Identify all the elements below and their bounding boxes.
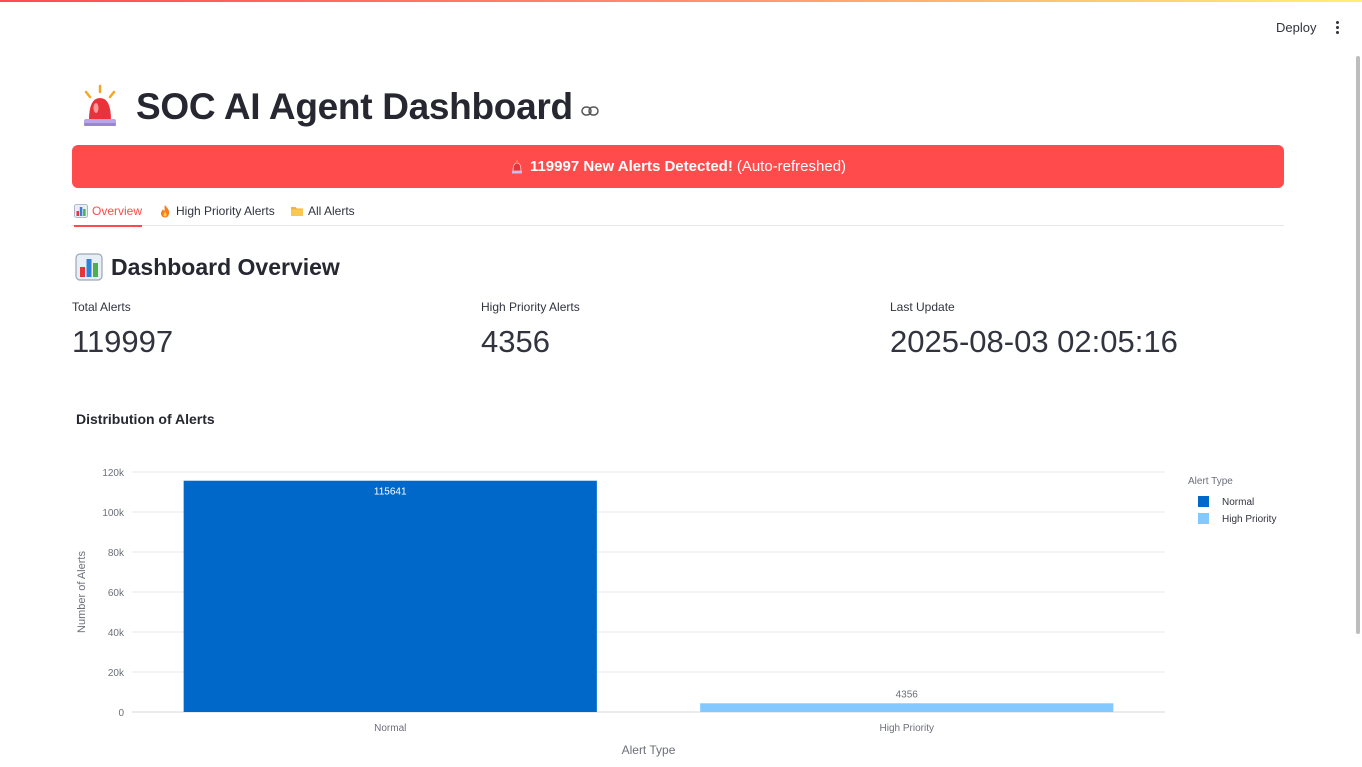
more-vertical-icon[interactable]	[1328, 14, 1346, 40]
x-tick-label: High Priority	[880, 723, 934, 734]
y-tick-label: 80k	[108, 548, 125, 559]
folder-icon	[291, 207, 303, 216]
data-label: 115641	[374, 487, 407, 498]
metric-label: High Priority Alerts	[481, 300, 580, 314]
bar-high-priority	[700, 703, 1114, 712]
y-tick-label: 120k	[102, 468, 125, 479]
alert-banner: 119997 New Alerts Detected! (Auto-refres…	[72, 145, 1284, 188]
page-header: SOC AI Agent Dashboard	[78, 82, 599, 132]
overview-heading: Dashboard Overview	[75, 252, 340, 282]
page-title: SOC AI Agent Dashboard	[136, 86, 573, 127]
metric-high-priority-alerts: High Priority Alerts 4356	[481, 300, 580, 360]
banner-count-text: 119997 New Alerts Detected!	[529, 158, 733, 175]
y-tick-label: 40k	[108, 628, 125, 639]
link-icon[interactable]	[581, 105, 599, 117]
metric-total-alerts: Total Alerts 119997	[72, 300, 173, 360]
tab-overview[interactable]: Overview	[74, 196, 143, 227]
chart-title: Distribution of Alerts	[76, 411, 215, 427]
x-axis-title: Alert Type	[622, 743, 676, 757]
section-title: Dashboard Overview	[111, 253, 340, 280]
chart-labels: 0 20k 40k 60k 80k 100k 120k 115641 Normal 4356 Hig…	[76, 468, 934, 757]
metric-value: 2025-08-03 02:05:16	[890, 324, 1178, 359]
siren-icon	[511, 160, 522, 173]
legend-title: Alert Type	[1188, 476, 1233, 487]
tab-label: Overview	[92, 204, 143, 218]
fire-icon	[161, 205, 170, 218]
metric-last-update: Last Update 2025-08-03 02:05:16	[890, 300, 1178, 360]
legend-swatch	[1198, 513, 1209, 524]
bar-chart-icon	[75, 253, 103, 281]
top-decoration-bar	[0, 0, 1362, 2]
chart-grid	[132, 471, 1165, 713]
metric-value: 4356	[481, 324, 550, 359]
scrollbar[interactable]	[1356, 56, 1360, 634]
y-tick-label: 60k	[108, 588, 125, 599]
y-tick-label: 20k	[108, 668, 125, 679]
banner-status-text: (Auto-refreshed)	[736, 158, 847, 175]
bar-normal	[183, 480, 597, 712]
metric-label: Last Update	[890, 300, 955, 314]
bar-chart-icon	[74, 204, 88, 218]
siren-icon	[84, 84, 116, 126]
chart-legend: Alert Type Normal High Priority	[1188, 476, 1276, 525]
tab-label: All Alerts	[308, 204, 355, 218]
deploy-button[interactable]: Deploy	[1268, 14, 1324, 40]
x-tick-label: Normal	[374, 723, 406, 734]
metric-value: 119997	[72, 324, 174, 359]
legend-item: Normal	[1222, 497, 1254, 508]
legend-item: High Priority	[1222, 514, 1276, 525]
tab-high-priority-alerts[interactable]: High Priority Alerts	[158, 196, 275, 226]
tab-label: High Priority Alerts	[176, 204, 275, 218]
legend-swatch	[1198, 496, 1209, 507]
y-tick-label: 0	[118, 708, 124, 719]
tab-bar: Overview High Priority Alerts All Alerts	[72, 196, 1284, 227]
data-label: 4356	[896, 689, 919, 700]
y-axis-title: Number of Alerts	[76, 551, 88, 633]
metric-label: Total Alerts	[72, 300, 131, 314]
tab-all-alerts[interactable]: All Alerts	[290, 196, 355, 226]
y-tick-label: 100k	[102, 508, 125, 519]
chart-bars	[183, 480, 1114, 712]
